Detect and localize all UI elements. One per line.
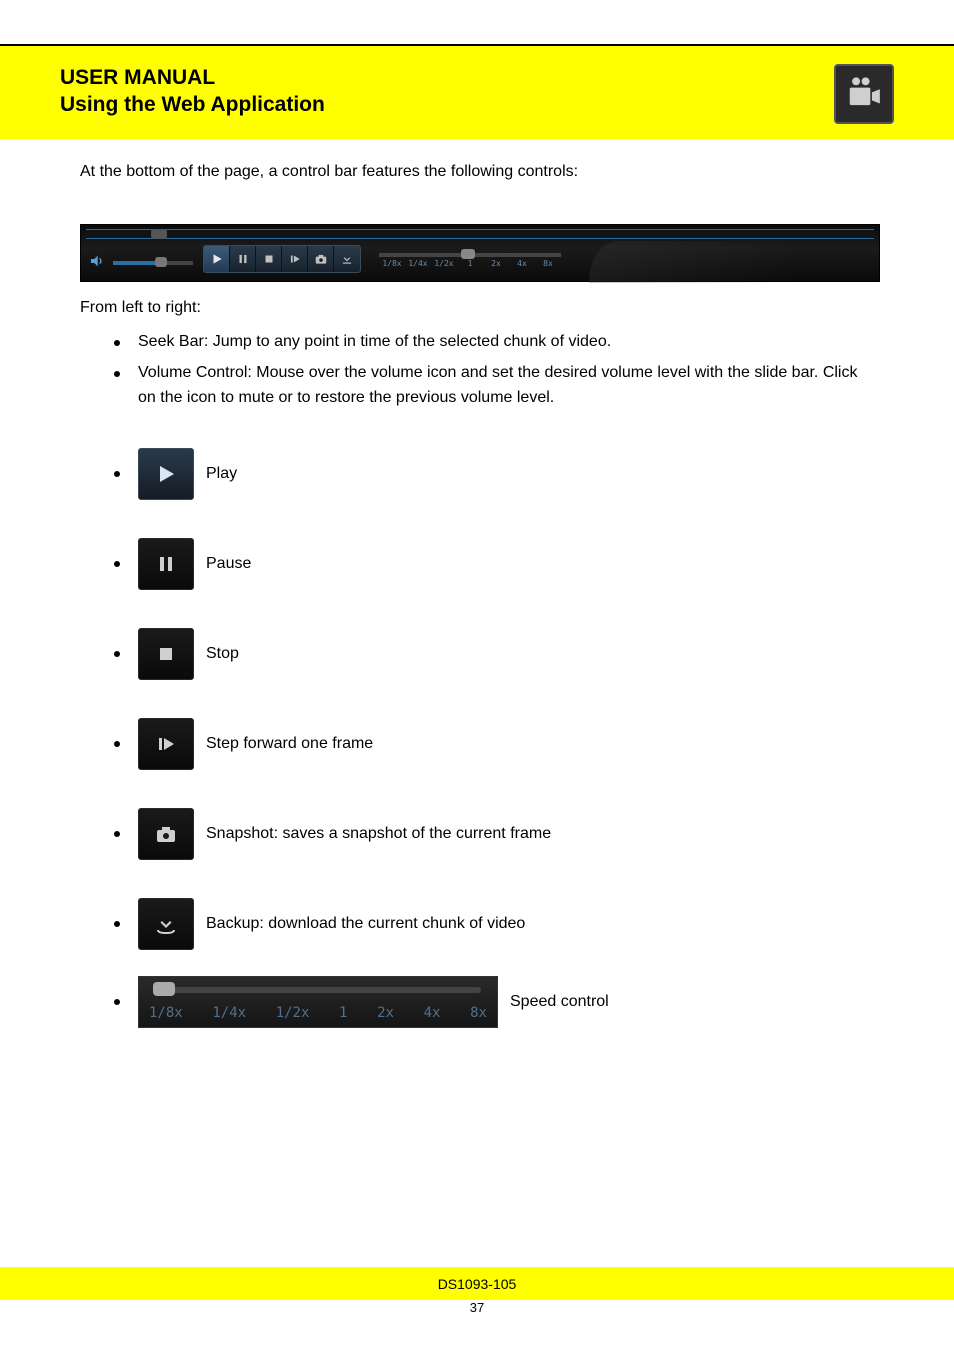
footer-band: DS1093-105: [0, 1267, 954, 1300]
play-icon: [138, 448, 194, 500]
bullet-stop: Stop: [114, 628, 874, 680]
speed-labels-small: 1/8x 1/4x 1/2x 1 2x 4x 8x: [379, 259, 561, 268]
bullet-play: Play: [114, 448, 874, 500]
bullet-seek: Seek Bar: Jump to any point in time of t…: [114, 330, 874, 355]
playback-button-group: [203, 245, 361, 273]
bullet-volume-text: Volume Control: Mouse over the volume ic…: [138, 361, 874, 411]
intro-text: At the bottom of the page, a control bar…: [80, 160, 874, 184]
bullet-play-text: Play: [206, 462, 237, 487]
playback-control-bar: 1/8x 1/4x 1/2x 1 2x 4x 8x: [80, 224, 880, 282]
bullet-snapshot-text: Snapshot: saves a snapshot of the curren…: [206, 822, 551, 847]
camera-recorder-icon: [834, 64, 894, 124]
header-text-block: USER MANUAL Using the Web Application: [0, 46, 954, 119]
pause-button[interactable]: [230, 246, 256, 272]
speed-slider-large: 1/8x 1/4x 1/2x 1 2x 4x 8x: [138, 976, 498, 1028]
volume-slider[interactable]: [113, 261, 193, 265]
header-band: USER MANUAL Using the Web Application: [0, 46, 954, 139]
bullet-step-text: Step forward one frame: [206, 732, 373, 757]
bullet-volume: Volume Control: Mouse over the volume ic…: [114, 361, 874, 411]
seek-bar[interactable]: [86, 229, 874, 239]
bullet-pause-text: Pause: [206, 552, 251, 577]
speed-labels-large: 1/8x 1/4x 1/2x 1 2x 4x 8x: [149, 1005, 487, 1021]
snapshot-icon: [138, 808, 194, 860]
bullet-snapshot: Snapshot: saves a snapshot of the curren…: [114, 808, 874, 860]
stop-icon: [138, 628, 194, 680]
footer-page: 37: [0, 1300, 954, 1330]
bullet-pause: Pause: [114, 538, 874, 590]
bullet-speed: 1/8x 1/4x 1/2x 1 2x 4x 8x Speed control: [114, 976, 874, 1028]
step-forward-icon: [138, 718, 194, 770]
step-forward-button[interactable]: [282, 246, 308, 272]
volume-icon[interactable]: [89, 253, 105, 269]
bullet-list: Seek Bar: Jump to any point in time of t…: [114, 330, 874, 1034]
bullet-step: Step forward one frame: [114, 718, 874, 770]
speed-slider-small[interactable]: 1/8x 1/4x 1/2x 1 2x 4x 8x: [379, 253, 561, 268]
speed-knob-large[interactable]: [153, 982, 175, 996]
download-button[interactable]: [334, 246, 360, 272]
download-icon: [138, 898, 194, 950]
speed-knob-small[interactable]: [461, 249, 475, 259]
bullet-seek-text: Seek Bar: Jump to any point in time of t…: [138, 330, 611, 355]
seek-thumb[interactable]: [151, 229, 167, 239]
volume-knob[interactable]: [155, 257, 167, 267]
play-button[interactable]: [204, 246, 230, 272]
footer-code: DS1093-105: [438, 1276, 517, 1292]
stop-button[interactable]: [256, 246, 282, 272]
pause-icon: [138, 538, 194, 590]
under-bar-text: From left to right:: [80, 296, 874, 320]
snapshot-button[interactable]: [308, 246, 334, 272]
bullet-download: Backup: download the current chunk of vi…: [114, 898, 874, 950]
bullet-download-text: Backup: download the current chunk of vi…: [206, 912, 525, 937]
bullet-speed-text: Speed control: [510, 990, 609, 1015]
header-line-2: Using the Web Application: [60, 91, 954, 118]
header-line-1: USER MANUAL: [60, 64, 954, 91]
control-bar-right-curve: [589, 241, 879, 283]
bullet-stop-text: Stop: [206, 642, 239, 667]
